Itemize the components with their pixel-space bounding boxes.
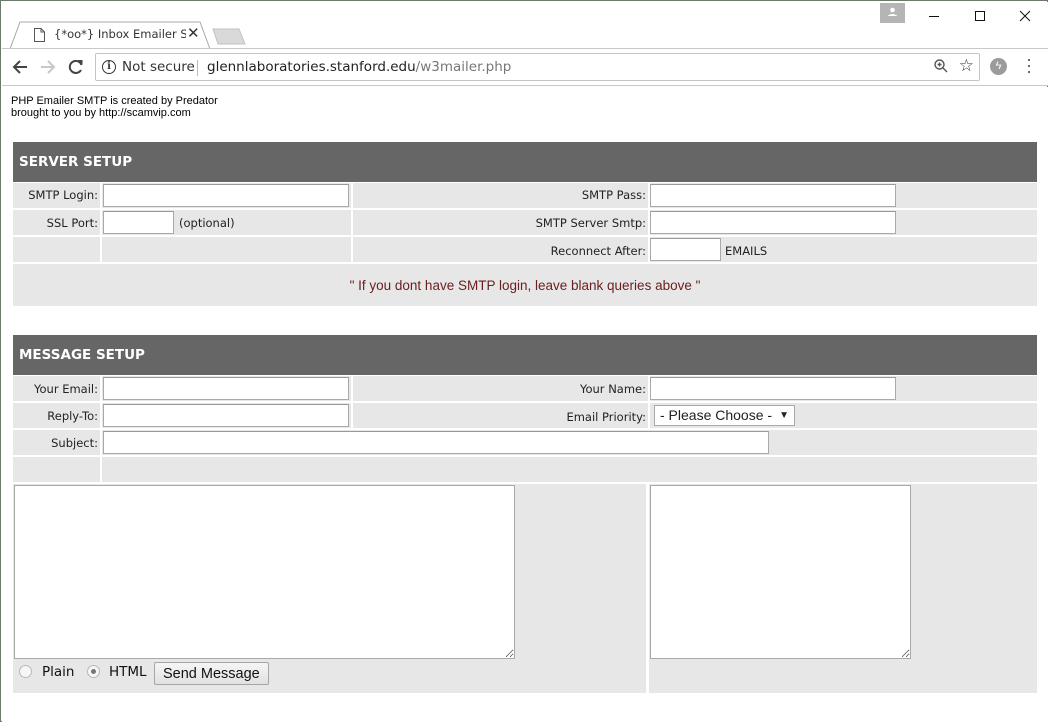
credit-text: PHP Emailer SMTP is created by Predator … (11, 95, 218, 119)
browser-tab[interactable]: {*oo*} Inbox Emailer SMTP ✕ (10, 21, 211, 49)
ssl-port-hint: (optional) (179, 216, 235, 230)
your-name-label-cell: Your Name: (353, 376, 648, 401)
profile-icon[interactable] (880, 3, 905, 23)
format-html-label[interactable]: HTML (109, 664, 147, 680)
your-email-input-cell (102, 376, 351, 401)
your-email-label: Your Email: (34, 382, 98, 396)
your-name-label: Your Name: (579, 382, 646, 396)
format-plain-radio[interactable] (19, 665, 32, 678)
url-path: /w3mailer.php (415, 59, 512, 75)
server-setup-header: SERVER SETUP (13, 142, 1037, 182)
window-close-button[interactable] (1010, 6, 1040, 28)
url-text[interactable]: glennlaboratories.stanford.edu/w3mailer.… (207, 59, 511, 75)
smtp-pass-label: SMTP Pass: (581, 188, 646, 202)
ssl-port-label-cell: SSL Port: (13, 210, 100, 235)
address-bar[interactable]: i Not secure glennlaboratories.stanford.… (95, 53, 980, 81)
url-host: glennlaboratories.stanford.edu (207, 59, 416, 75)
ssl-port-input[interactable] (103, 211, 174, 234)
credit-line-1: PHP Emailer SMTP is created by Predator (11, 95, 218, 107)
browser-window: {*oo*} Inbox Emailer SMTP ✕ (0, 0, 1048, 722)
format-plain-label[interactable]: Plain (42, 664, 74, 680)
priority-select-cell: - Please Choose - ▼ (650, 403, 1037, 428)
priority-label-cell: Email Priority: (353, 403, 648, 428)
maximize-button[interactable] (965, 6, 995, 28)
new-tab-button[interactable] (212, 28, 246, 45)
kebab-menu-icon[interactable]: · · · (1024, 50, 1034, 80)
priority-select[interactable]: - Please Choose - ▼ (654, 405, 795, 426)
empty-cell (13, 237, 100, 262)
reload-icon[interactable] (65, 57, 87, 79)
arrow-right-icon[interactable] (37, 57, 59, 79)
reconnect-label-cell: Reconnect After: (353, 237, 648, 262)
page-content: PHP Emailer SMTP is created by Predator … (2, 87, 1048, 722)
smtp-login-input-cell (102, 183, 351, 208)
smtp-pass-label-cell: SMTP Pass: (353, 183, 648, 208)
priority-selected-value: - Please Choose - (660, 407, 773, 423)
minimize-button[interactable] (919, 6, 949, 28)
smtp-notice-cell: " If you dont have SMTP login, leave bla… (13, 264, 1037, 306)
email-list-textarea[interactable] (650, 485, 911, 659)
send-message-button[interactable]: Send Message (154, 662, 269, 685)
reply-to-input-cell (102, 403, 351, 428)
subject-label: Subject: (51, 436, 98, 450)
star-icon[interactable]: ☆ (959, 56, 974, 76)
smtp-server-label-cell: SMTP Server Smtp: (353, 210, 648, 235)
arrow-left-icon[interactable] (9, 57, 31, 79)
email-list-cell (649, 484, 1037, 693)
reply-to-label-cell: Reply-To: (13, 403, 100, 428)
your-name-input[interactable] (650, 377, 896, 400)
subject-input[interactable] (103, 431, 769, 454)
tab-title: {*oo*} Inbox Emailer SMTP (54, 27, 186, 41)
empty-cell (13, 457, 100, 482)
subject-input-cell (102, 430, 1037, 455)
subject-label-cell: Subject: (13, 430, 100, 455)
smtp-login-label: SMTP Login: (28, 188, 98, 202)
ssl-port-label: SSL Port: (46, 216, 98, 230)
info-icon[interactable]: i (102, 60, 116, 74)
priority-label: Email Priority: (566, 410, 646, 424)
your-email-input[interactable] (103, 377, 349, 400)
smtp-pass-input[interactable] (650, 184, 896, 207)
smtp-server-input[interactable] (650, 211, 896, 234)
title-bar: {*oo*} Inbox Emailer SMTP ✕ (2, 2, 1048, 49)
smtp-notice: " If you dont have SMTP login, leave bla… (349, 278, 701, 293)
message-body-textarea[interactable] (14, 485, 515, 659)
smtp-server-label: SMTP Server Smtp: (535, 216, 646, 230)
dropdown-arrow-icon: ▼ (779, 410, 789, 421)
smtp-server-input-cell (650, 210, 1037, 235)
reply-to-input[interactable] (103, 404, 349, 427)
smtp-login-label-cell: SMTP Login: (13, 183, 100, 208)
lightning-icon[interactable]: ϟ (990, 58, 1007, 75)
close-icon[interactable]: ✕ (187, 25, 200, 43)
message-body-cell: Plain HTML Send Message (13, 484, 646, 693)
format-html-radio[interactable] (87, 665, 100, 678)
reconnect-input-cell: EMAILS (650, 237, 1037, 262)
page-icon (34, 28, 45, 42)
smtp-login-input[interactable] (103, 184, 349, 207)
zoom-in-icon[interactable] (933, 58, 949, 79)
message-setup-header: MESSAGE SETUP (13, 335, 1037, 375)
reconnect-unit: EMAILS (725, 244, 768, 258)
your-name-input-cell (650, 376, 1037, 401)
empty-cell (102, 457, 1037, 482)
credit-line-2: brought to you by http://scamvip.com (11, 107, 191, 119)
ssl-port-input-cell: (optional) (102, 210, 351, 235)
security-label[interactable]: Not secure (122, 59, 195, 75)
omnibox-separator (197, 60, 198, 76)
reconnect-label: Reconnect After: (550, 244, 646, 258)
empty-cell (102, 237, 351, 262)
reply-to-label: Reply-To: (47, 409, 98, 423)
reconnect-input[interactable] (650, 238, 721, 261)
browser-toolbar: i Not secure glennlaboratories.stanford.… (2, 48, 1048, 86)
smtp-pass-input-cell (650, 183, 1037, 208)
your-email-label-cell: Your Email: (13, 376, 100, 401)
